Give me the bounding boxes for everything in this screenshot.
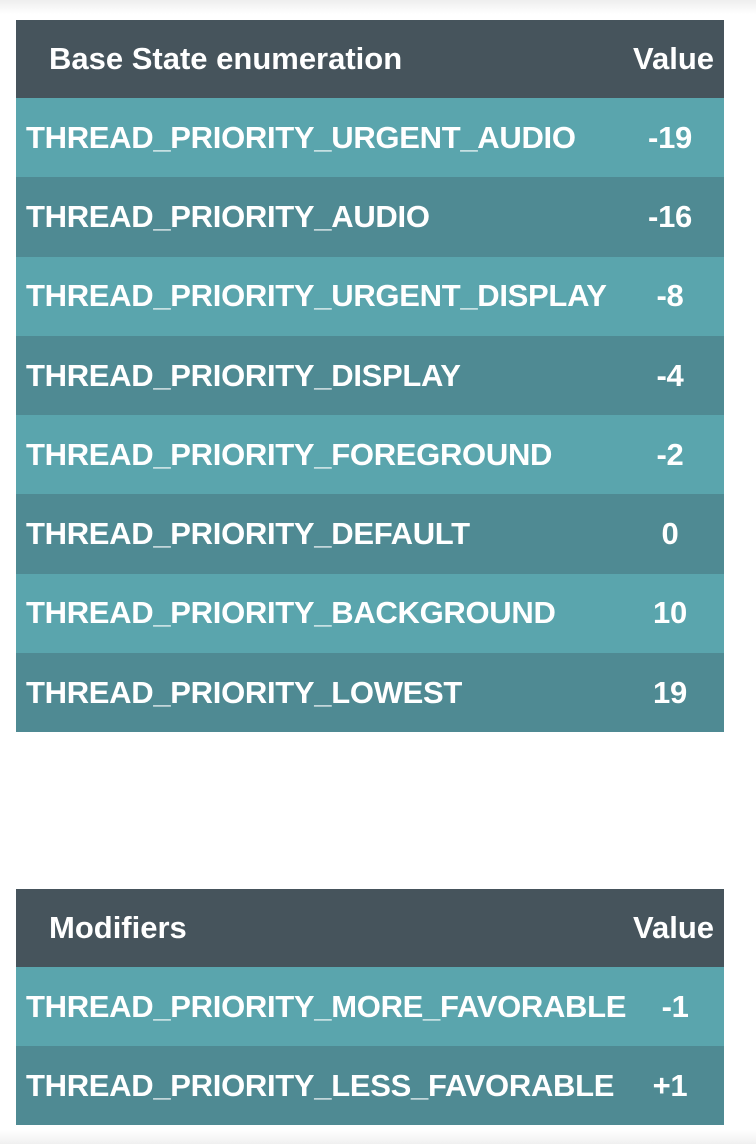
- table-row: THREAD_PRIORITY_LOWEST 19: [16, 653, 724, 733]
- header-name: Modifiers: [49, 910, 187, 945]
- row-value: -16: [648, 198, 692, 234]
- modifiers-table: Modifiers Value THREAD_PRIORITY_MORE_FAV…: [16, 889, 724, 1125]
- page: Base State enumeration Value THREAD_PRIO…: [0, 0, 756, 1144]
- row-value: -2: [656, 436, 684, 472]
- row-name: THREAD_PRIORITY_LESS_FAVORABLE: [26, 1067, 615, 1103]
- table-row: THREAD_PRIORITY_DISPLAY -4: [16, 335, 724, 416]
- table-header: Modifiers Value: [16, 889, 724, 967]
- table-row: THREAD_PRIORITY_DEFAULT 0: [16, 494, 724, 574]
- row-value: -4: [656, 357, 684, 393]
- row-name: THREAD_PRIORITY_LOWEST: [26, 674, 463, 710]
- table-row: THREAD_PRIORITY_AUDIO -16: [16, 177, 724, 257]
- table-row: THREAD_PRIORITY_BACKGROUND 10: [16, 573, 724, 654]
- row-name: THREAD_PRIORITY_AUDIO: [26, 198, 430, 234]
- row-value: 0: [661, 516, 679, 552]
- row-value: 19: [653, 674, 687, 710]
- row-name: THREAD_PRIORITY_DEFAULT: [26, 516, 470, 552]
- row-value: -1: [661, 988, 689, 1024]
- row-name: THREAD_PRIORITY_DISPLAY: [26, 357, 461, 393]
- header-value: Value: [633, 910, 714, 945]
- table-row: THREAD_PRIORITY_FOREGROUND -2: [16, 415, 724, 495]
- row-name: THREAD_PRIORITY_BACKGROUND: [26, 595, 556, 631]
- row-value: -8: [656, 278, 684, 314]
- table-row: THREAD_PRIORITY_URGENT_AUDIO -19: [16, 98, 724, 178]
- row-name: THREAD_PRIORITY_MORE_FAVORABLE: [26, 988, 627, 1024]
- row-value: +1: [652, 1067, 688, 1103]
- row-name: THREAD_PRIORITY_FOREGROUND: [26, 436, 553, 472]
- table-row: THREAD_PRIORITY_MORE_FAVORABLE -1: [16, 967, 724, 1046]
- base-state-table: Base State enumeration Value THREAD_PRIO…: [16, 20, 724, 733]
- header-name: Base State enumeration: [49, 41, 403, 76]
- row-name: THREAD_PRIORITY_URGENT_DISPLAY: [26, 278, 607, 314]
- row-value: 10: [653, 595, 687, 631]
- row-value: -19: [648, 119, 692, 155]
- table-row: THREAD_PRIORITY_URGENT_DISPLAY -8: [16, 256, 724, 336]
- header-value: Value: [633, 41, 714, 76]
- table-row: THREAD_PRIORITY_LESS_FAVORABLE +1: [16, 1046, 724, 1125]
- table-header: Base State enumeration Value: [16, 20, 724, 98]
- row-name: THREAD_PRIORITY_URGENT_AUDIO: [26, 119, 576, 155]
